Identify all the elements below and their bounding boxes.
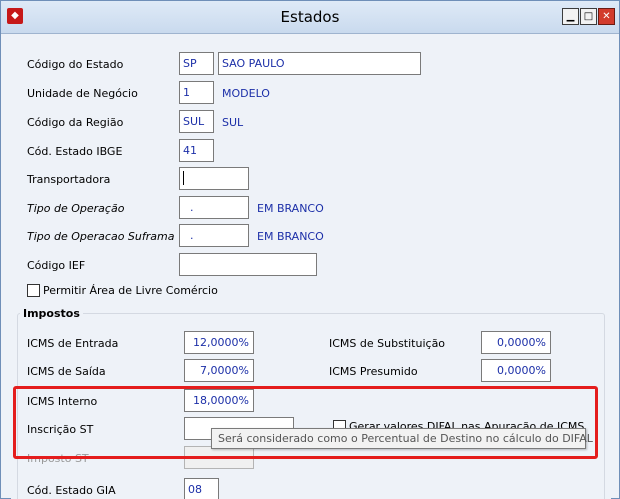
estados-window: ◆ Estados ▁ □ ✕ Código do Estado SP SAO … (0, 0, 620, 499)
title-bar[interactable]: ◆ Estados ▁ □ ✕ (1, 1, 619, 34)
icms-entrada-label: ICMS de Entrada (27, 337, 119, 350)
close-button[interactable]: ✕ (598, 8, 615, 25)
codigo-estado-input[interactable]: SP (179, 52, 214, 75)
text-caret (183, 171, 184, 185)
icms-substituicao-input[interactable]: 0,0000% (481, 331, 551, 354)
tipo-operacao-label: Tipo de Operação (27, 202, 125, 215)
tipo-operacao-description: EM BRANCO (257, 202, 324, 215)
codigo-regiao-input[interactable]: SUL (179, 110, 214, 133)
icms-saida-input[interactable]: 7,0000% (184, 359, 254, 382)
cod-estado-gia-input[interactable]: 08 (184, 478, 219, 499)
icms-substituicao-label: ICMS de Substituição (329, 337, 446, 350)
cod-estado-ibge-input[interactable]: 41 (179, 139, 214, 162)
transportadora-input[interactable] (179, 167, 249, 190)
tipo-operacao-suframa-label: Tipo de Operacao Suframa (27, 230, 175, 243)
codigo-estado-description: SAO PAULO (218, 52, 421, 75)
icms-entrada-input[interactable]: 12,0000% (184, 331, 254, 354)
icms-saida-label: ICMS de Saída (27, 365, 106, 378)
tipo-operacao-suframa-input[interactable]: . (179, 224, 249, 247)
permitir-area-label: Permitir Área de Livre Comércio (43, 284, 218, 297)
codigo-ief-input[interactable] (179, 253, 317, 276)
maximize-button[interactable]: □ (580, 8, 597, 25)
minimize-button[interactable]: ▁ (562, 8, 579, 25)
impostos-group-title: Impostos (20, 307, 83, 320)
cod-estado-gia-label: Cód. Estado GIA (27, 484, 116, 497)
tipo-operacao-suframa-description: EM BRANCO (257, 230, 324, 243)
permitir-area-checkbox[interactable] (27, 284, 40, 297)
cod-estado-ibge-label: Cód. Estado IBGE (27, 145, 123, 158)
window-title: Estados (280, 8, 340, 26)
difal-tooltip: Será considerado como o Percentual de De… (211, 428, 593, 449)
codigo-regiao-label: Código da Região (27, 116, 124, 129)
unidade-negocio-input[interactable]: 1 (179, 81, 214, 104)
unidade-negocio-label: Unidade de Negócio (27, 87, 138, 100)
unidade-negocio-description: MODELO (222, 87, 270, 100)
codigo-regiao-description: SUL (222, 116, 244, 129)
transportadora-label: Transportadora (27, 173, 111, 186)
codigo-ief-label: Código IEF (27, 259, 86, 272)
tipo-operacao-input[interactable]: . (179, 196, 249, 219)
icms-presumido-label: ICMS Presumido (329, 365, 418, 378)
codigo-estado-label: Código do Estado (27, 58, 124, 71)
icms-presumido-input[interactable]: 0,0000% (481, 359, 551, 382)
